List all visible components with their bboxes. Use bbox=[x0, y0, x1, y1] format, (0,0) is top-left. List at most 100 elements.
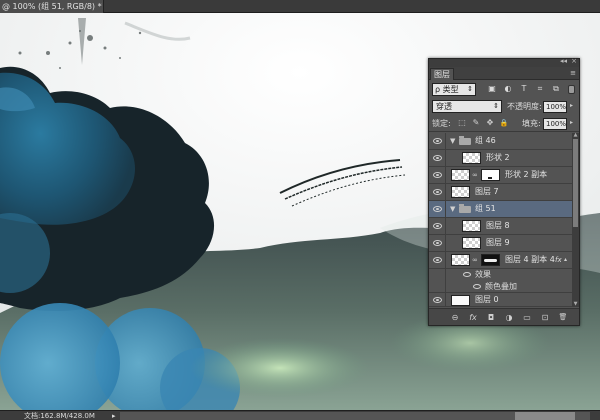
layer-thumbnail bbox=[451, 294, 470, 306]
panel-menu-icon[interactable]: ≡ bbox=[570, 69, 576, 77]
eye-icon bbox=[433, 138, 442, 144]
blend-mode-select[interactable]: 穿透 ⇕ bbox=[432, 100, 502, 113]
scroll-down-icon[interactable]: ▼ bbox=[572, 302, 579, 307]
layer-row-layer-8[interactable]: 图层 8 bbox=[429, 218, 572, 235]
effects-expand-icon[interactable]: ▴ bbox=[564, 255, 567, 265]
shape-filter-icon[interactable]: ⌗ bbox=[535, 84, 545, 94]
filter-kind-select[interactable]: ρ 类型 ⇕ bbox=[432, 83, 476, 96]
trash-icon[interactable]: 🗑 bbox=[557, 312, 569, 323]
visibility-toggle[interactable] bbox=[429, 252, 446, 268]
fill-input[interactable]: 100% bbox=[543, 118, 567, 130]
layer-row-group-46[interactable]: ▼ 组 46 bbox=[429, 133, 572, 150]
new-group-icon[interactable]: ▭ bbox=[521, 312, 533, 323]
opacity-label: 不透明度: bbox=[507, 102, 542, 111]
layers-scroll-thumb[interactable] bbox=[573, 139, 578, 227]
opacity-input[interactable]: 100% bbox=[543, 101, 567, 113]
eye-icon bbox=[433, 155, 442, 161]
layers-vertical-scrollbar[interactable]: ▲ ▼ bbox=[572, 133, 579, 307]
eye-icon[interactable] bbox=[473, 283, 481, 289]
lock-position-icon[interactable]: ✥ bbox=[485, 118, 495, 128]
eye-icon bbox=[433, 257, 442, 263]
layer-name: 形状 2 副本 bbox=[505, 170, 548, 179]
expand-triangle-icon[interactable]: ▼ bbox=[450, 136, 455, 146]
document-tab-title: @ 100% (组 51, RGB/8) * bbox=[2, 2, 102, 11]
visibility-toggle[interactable] bbox=[429, 133, 446, 149]
visibility-toggle[interactable] bbox=[429, 218, 446, 234]
chain-link-icon[interactable]: ∞ bbox=[472, 255, 478, 265]
eye-icon bbox=[433, 223, 442, 229]
effects-header-row[interactable]: 效果 bbox=[429, 269, 572, 281]
visibility-toggle[interactable] bbox=[429, 235, 446, 251]
layer-filter-row: ρ 类型 ⇕ ▣ ◐ T ⌗ ⧉ bbox=[429, 81, 579, 98]
effects-label: 效果 bbox=[475, 270, 491, 279]
document-tab-bar: @ 100% (组 51, RGB/8) * bbox=[0, 0, 600, 13]
layers-panel: ◂◂ × 图层 ≡ ρ 类型 ⇕ ▣ ◐ T ⌗ ⧉ 穿透 ⇕ 不透明度: 10… bbox=[428, 57, 580, 326]
filter-kind-value: ρ 类型 bbox=[435, 85, 459, 94]
layer-mask-thumbnail[interactable] bbox=[481, 169, 500, 181]
adjustment-filter-icon[interactable]: ◐ bbox=[503, 84, 513, 94]
layer-row-layer-4-copy-4[interactable]: ∞ 图层 4 副本 4 fx ▴ bbox=[429, 252, 572, 269]
fx-badge-icon[interactable]: fx bbox=[555, 254, 562, 266]
status-bar: 文档:162.8M/428.0M ▸ bbox=[0, 410, 600, 420]
eye-icon bbox=[433, 240, 442, 246]
chevron-down-icon: ⇕ bbox=[493, 102, 499, 110]
close-panel-icon[interactable]: × bbox=[571, 57, 577, 65]
layer-thumbnail bbox=[451, 169, 470, 181]
layer-name: 图层 0 bbox=[475, 294, 499, 304]
scroll-up-icon[interactable]: ▲ bbox=[572, 133, 579, 138]
image-filter-icon[interactable]: ▣ bbox=[487, 84, 497, 94]
layer-row-shape-2-copy[interactable]: ∞ 形状 2 副本 bbox=[429, 167, 572, 184]
layer-row-group-51[interactable]: ▼ 组 51 bbox=[429, 201, 572, 218]
smart-object-filter-icon[interactable]: ⧉ bbox=[551, 84, 561, 94]
layer-row-layer-9[interactable]: 图层 9 bbox=[429, 235, 572, 252]
blend-mode-value: 穿透 bbox=[436, 102, 452, 111]
eye-icon bbox=[433, 172, 442, 178]
fill-slider-caret-icon[interactable]: ▸ bbox=[570, 119, 573, 126]
panel-title-strip[interactable]: ◂◂ × bbox=[429, 57, 579, 67]
visibility-gutter bbox=[429, 281, 446, 292]
lock-pixels-icon[interactable]: ✎ bbox=[471, 118, 481, 128]
horizontal-scroll-thumb[interactable] bbox=[515, 412, 575, 420]
lock-label: 锁定: bbox=[432, 119, 451, 128]
new-layer-icon[interactable]: ⊡ bbox=[539, 312, 551, 323]
layer-row-layer-7[interactable]: 图层 7 bbox=[429, 184, 572, 201]
layer-row-layer-0[interactable]: 图层 0 bbox=[429, 293, 572, 307]
visibility-toggle[interactable] bbox=[429, 293, 446, 306]
expand-triangle-icon[interactable]: ▼ bbox=[450, 204, 455, 214]
fill-label: 填充: bbox=[522, 119, 541, 128]
layers-panel-footer: ⊖ fx ◘ ◑ ▭ ⊡ 🗑 bbox=[429, 308, 579, 325]
layers-list: ▼ 组 46 形状 2 ∞ 形状 2 副本 图层 7 ▼ 组 51 图层 8 图… bbox=[429, 133, 572, 307]
type-filter-icon[interactable]: T bbox=[519, 84, 529, 94]
lock-all-icon[interactable]: 🔒 bbox=[499, 118, 509, 128]
visibility-toggle[interactable] bbox=[429, 201, 446, 217]
collapse-panel-icon[interactable]: ◂◂ bbox=[560, 57, 567, 65]
visibility-gutter bbox=[429, 269, 446, 281]
tab-layers[interactable]: 图层 bbox=[430, 68, 454, 80]
add-mask-icon[interactable]: ◘ bbox=[485, 312, 497, 323]
layer-row-shape-2[interactable]: 形状 2 bbox=[429, 150, 572, 167]
lock-row: 锁定: ⬚ ✎ ✥ 🔒 填充: 100% ▸ bbox=[429, 115, 579, 132]
document-tab[interactable]: @ 100% (组 51, RGB/8) * bbox=[0, 0, 104, 13]
filter-toggle-switch[interactable] bbox=[568, 85, 575, 94]
visibility-toggle[interactable] bbox=[429, 167, 446, 183]
visibility-toggle[interactable] bbox=[429, 184, 446, 200]
chain-link-icon[interactable]: ∞ bbox=[472, 170, 478, 180]
layer-name: 组 46 bbox=[475, 136, 496, 145]
fx-icon[interactable]: fx bbox=[467, 312, 479, 323]
link-layers-icon[interactable]: ⊖ bbox=[449, 312, 461, 323]
lock-transparency-icon[interactable]: ⬚ bbox=[457, 118, 467, 128]
eye-icon[interactable] bbox=[463, 272, 471, 277]
status-menu-arrow-icon[interactable]: ▸ bbox=[112, 411, 116, 420]
layer-thumbnail bbox=[462, 237, 481, 249]
layer-mask-thumbnail[interactable] bbox=[481, 254, 500, 266]
folder-icon bbox=[459, 136, 471, 145]
horizontal-scrollbar[interactable] bbox=[120, 412, 590, 420]
visibility-toggle[interactable] bbox=[429, 150, 446, 166]
adjustment-layer-icon[interactable]: ◑ bbox=[503, 312, 515, 323]
eye-icon bbox=[433, 206, 442, 212]
layer-name: 组 51 bbox=[475, 204, 496, 213]
effect-row-color-overlay[interactable]: 颜色叠加 bbox=[429, 281, 572, 293]
opacity-slider-caret-icon[interactable]: ▸ bbox=[570, 102, 573, 109]
layer-thumbnail bbox=[451, 186, 470, 198]
layer-name: 图层 9 bbox=[486, 238, 510, 247]
